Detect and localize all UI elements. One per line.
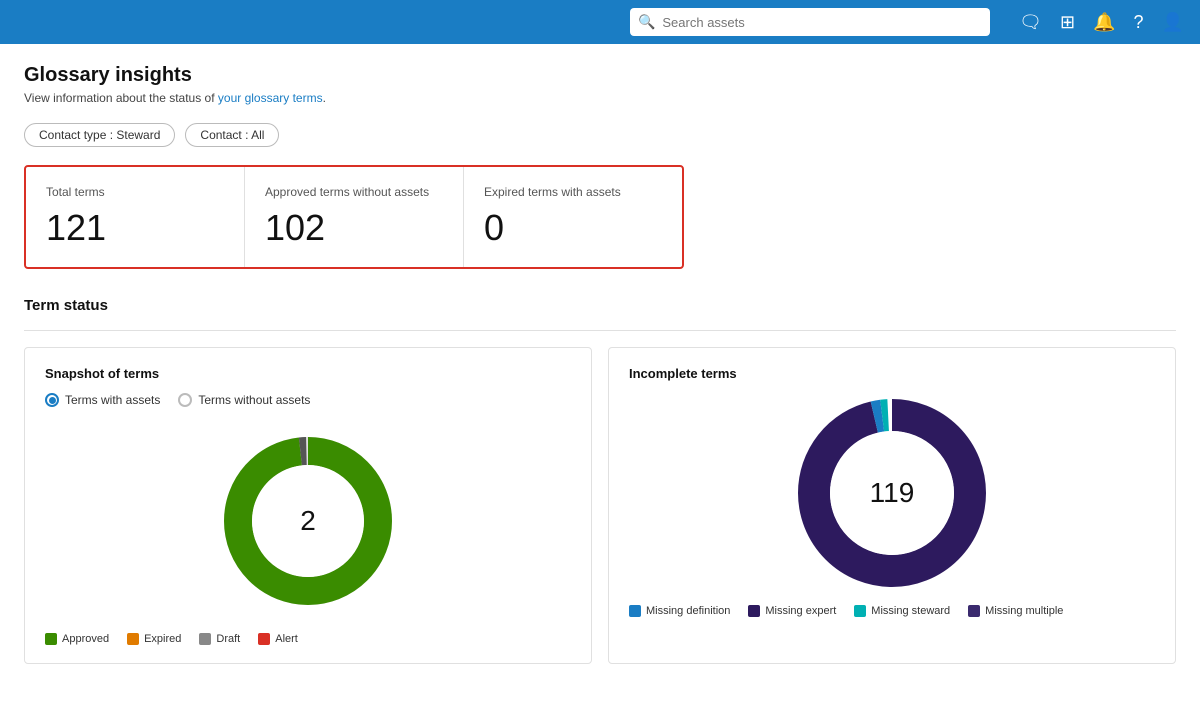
- legend-box-missing-definition: [629, 605, 641, 617]
- legend-draft: Draft: [199, 633, 240, 645]
- radio-row: Terms with assets Terms without assets: [45, 393, 571, 407]
- incomplete-panel: Incomplete terms 119: [608, 347, 1176, 664]
- chart-row: Snapshot of terms Terms with assets Term…: [24, 347, 1176, 664]
- incomplete-legend: Missing definition Missing expert Missin…: [629, 605, 1155, 617]
- legend-missing-expert: Missing expert: [748, 605, 836, 617]
- stat-card-total-terms: Total terms 121: [26, 167, 245, 267]
- snapshot-donut-svg: [218, 431, 398, 611]
- user-icon[interactable]: 👤: [1162, 12, 1184, 33]
- stat-value-approved-without-assets: 102: [265, 207, 443, 249]
- legend-box-missing-multiple: [968, 605, 980, 617]
- page-subtitle: View information about the status of you…: [24, 91, 1176, 105]
- legend-label-draft: Draft: [216, 633, 240, 645]
- legend-label-expired: Expired: [144, 633, 181, 645]
- radio-terms-without-assets[interactable]: Terms without assets: [178, 393, 310, 407]
- legend-box-approved: [45, 633, 57, 645]
- incomplete-donut-svg: [792, 393, 992, 593]
- snapshot-legend: Approved Expired Draft Alert: [45, 633, 571, 645]
- stat-label-total-terms: Total terms: [46, 185, 224, 199]
- subtitle-link[interactable]: your glossary terms: [218, 91, 323, 105]
- legend-missing-steward: Missing steward: [854, 605, 950, 617]
- stat-card-approved-without-assets: Approved terms without assets 102: [245, 167, 464, 267]
- legend-label-missing-definition: Missing definition: [646, 605, 730, 617]
- legend-approved: Approved: [45, 633, 109, 645]
- incomplete-donut-wrap: 119: [629, 393, 1155, 593]
- term-status-title: Term status: [24, 297, 1176, 314]
- legend-box-missing-steward: [854, 605, 866, 617]
- nav-icons: 🗨 ⊞ 🔔 ? 👤: [1019, 12, 1184, 33]
- legend-box-missing-expert: [748, 605, 760, 617]
- legend-alert: Alert: [258, 633, 298, 645]
- section-divider: [24, 330, 1176, 331]
- legend-label-alert: Alert: [275, 633, 298, 645]
- legend-label-missing-steward: Missing steward: [871, 605, 950, 617]
- radio-circle-unselected: [178, 393, 192, 407]
- snapshot-panel-title: Snapshot of terms: [45, 366, 571, 381]
- legend-label-approved: Approved: [62, 633, 109, 645]
- search-input[interactable]: [630, 8, 990, 36]
- legend-label-missing-multiple: Missing multiple: [985, 605, 1063, 617]
- top-navigation: 🔍 🗨 ⊞ 🔔 ? 👤: [0, 0, 1200, 44]
- legend-expired: Expired: [127, 633, 181, 645]
- bell-icon[interactable]: 🔔: [1093, 12, 1115, 33]
- stat-cards-wrapper: Total terms 121 Approved terms without a…: [24, 165, 684, 269]
- help-icon[interactable]: ?: [1134, 12, 1144, 33]
- search-container: 🔍: [630, 8, 990, 36]
- legend-box-alert: [258, 633, 270, 645]
- legend-box-expired: [127, 633, 139, 645]
- radio-terms-with-assets[interactable]: Terms with assets: [45, 393, 160, 407]
- filter-row: Contact type : Steward Contact : All: [24, 123, 1176, 147]
- filter-contact[interactable]: Contact : All: [185, 123, 279, 147]
- legend-box-draft: [199, 633, 211, 645]
- legend-missing-multiple: Missing multiple: [968, 605, 1063, 617]
- stat-label-approved-without-assets: Approved terms without assets: [265, 185, 443, 199]
- filter-contact-type[interactable]: Contact type : Steward: [24, 123, 175, 147]
- radio-label-with-assets: Terms with assets: [65, 393, 160, 407]
- stat-value-expired-with-assets: 0: [484, 207, 662, 249]
- radio-circle-selected: [45, 393, 59, 407]
- legend-missing-definition: Missing definition: [629, 605, 730, 617]
- radio-dot: [49, 397, 56, 404]
- stat-label-expired-with-assets: Expired terms with assets: [484, 185, 662, 199]
- incomplete-panel-title: Incomplete terms: [629, 366, 1155, 381]
- search-icon: 🔍: [638, 14, 655, 31]
- snapshot-panel: Snapshot of terms Terms with assets Term…: [24, 347, 592, 664]
- feedback-icon[interactable]: 🗨: [1019, 12, 1042, 33]
- page-title: Glossary insights: [24, 64, 1176, 87]
- stat-value-total-terms: 121: [46, 207, 224, 249]
- page-content: Glossary insights View information about…: [0, 44, 1200, 684]
- legend-label-missing-expert: Missing expert: [765, 605, 836, 617]
- grid-icon[interactable]: ⊞: [1060, 12, 1075, 33]
- radio-label-without-assets: Terms without assets: [198, 393, 310, 407]
- snapshot-donut-wrap: 2: [45, 421, 571, 621]
- stat-card-expired-with-assets: Expired terms with assets 0: [464, 167, 682, 267]
